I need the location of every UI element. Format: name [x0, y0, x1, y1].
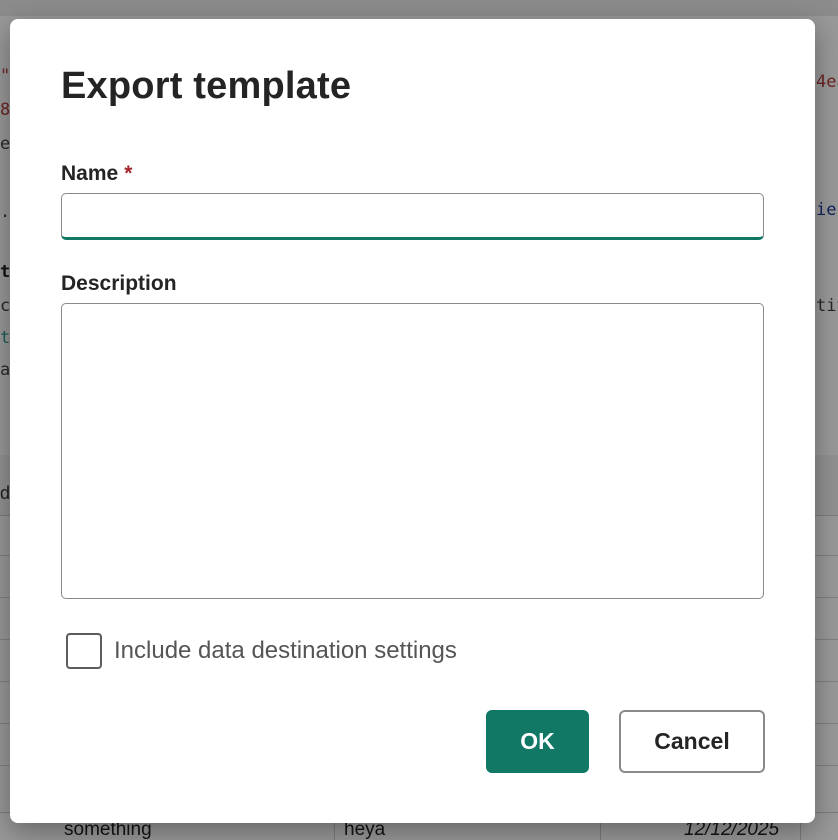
ok-button[interactable]: OK: [486, 710, 589, 773]
name-input[interactable]: [61, 193, 764, 240]
export-template-dialog: Export template Name * Description Includ…: [10, 19, 815, 823]
description-field-label: Description: [61, 272, 177, 295]
dialog-title: Export template: [61, 65, 352, 107]
cancel-button[interactable]: Cancel: [619, 710, 765, 773]
name-label-text: Name: [61, 162, 119, 185]
include-destination-label[interactable]: Include data destination settings: [114, 637, 457, 665]
required-indicator: *: [124, 162, 133, 185]
include-destination-checkbox-row[interactable]: Include data destination settings: [66, 631, 457, 671]
include-destination-checkbox[interactable]: [66, 633, 102, 669]
description-textarea[interactable]: [61, 303, 764, 599]
name-field-label: Name *: [61, 162, 132, 186]
